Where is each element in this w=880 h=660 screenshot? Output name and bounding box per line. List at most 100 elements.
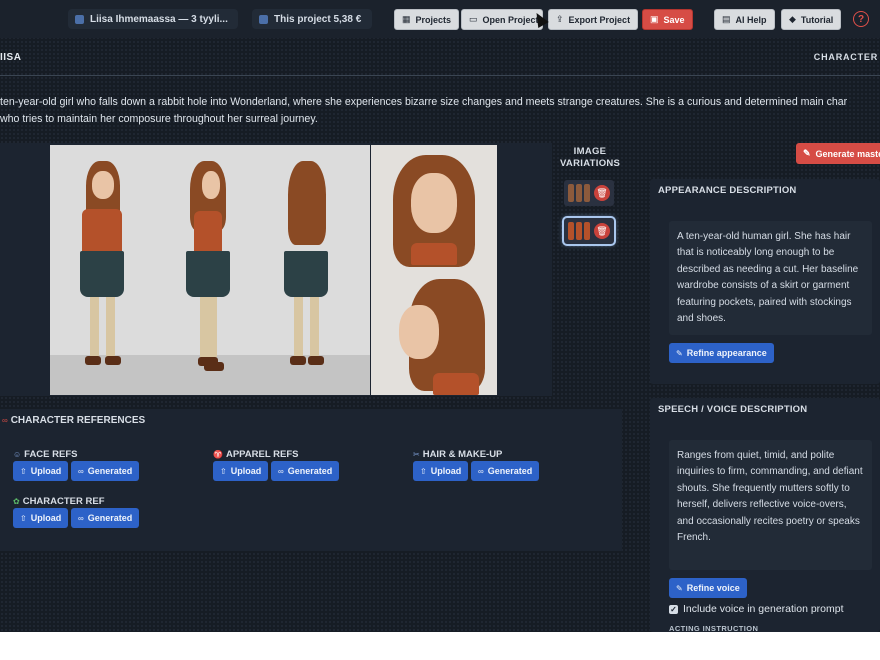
variation-thumbnail[interactable]: 🗑 [564, 180, 614, 206]
export-icon: ⇪ [556, 14, 564, 24]
tutorial-label: Tutorial [800, 14, 834, 25]
hair-upload-button[interactable]: ⇧ Upload [413, 461, 469, 481]
include-voice-label: Include voice in generation prompt [683, 603, 844, 615]
upload-icon: ⇧ [20, 466, 27, 476]
figure-front [72, 159, 132, 389]
variations-title-line-1: IMAGE [573, 146, 607, 157]
project-title-pill[interactable]: Liisa Ihmemaassa — 3 tyyli... [68, 9, 238, 29]
link-icon: ∞ [278, 466, 284, 476]
grid-icon: ▦ [402, 14, 411, 24]
wand-icon: ✎ [676, 348, 683, 358]
character-description: ten-year-old girl who falls down a rabbi… [0, 94, 880, 128]
include-voice-checkbox[interactable]: ✓ [669, 604, 678, 614]
generated-label: Generated [287, 466, 333, 476]
ai-help-label: AI Help [735, 14, 767, 25]
apparel-refs-label: ♈ APPAREL REFS [213, 449, 298, 460]
project-icon [75, 14, 84, 24]
upload-label: Upload [430, 466, 462, 476]
speech-card: SPEECH / VOICE DESCRIPTION Ranges from q… [650, 398, 880, 632]
refine-appearance-label: Refine appearance [686, 348, 767, 358]
folder-icon: ▭ [469, 14, 478, 24]
save-label: Save [663, 14, 685, 25]
cost-icon [259, 14, 268, 24]
projects-button[interactable]: ▦ Projects [394, 9, 460, 30]
references-title-row: ∞ CHARACTER REFERENCES [2, 415, 145, 426]
speech-title: SPEECH / VOICE DESCRIPTION [658, 404, 808, 415]
description-line-2: who tries to maintain her composure thro… [0, 113, 318, 125]
refine-appearance-button[interactable]: ✎ Refine appearance [669, 343, 774, 363]
hair-generated-button[interactable]: ∞ Generated [471, 461, 540, 481]
character-generated-button[interactable]: ∞ Generated [71, 508, 140, 528]
open-project-button[interactable]: ▭ Open Project [461, 9, 543, 30]
link-icon: ∞ [78, 513, 84, 523]
link-icon: ∞ [2, 416, 8, 425]
figure-back [276, 159, 336, 389]
face-refs-text: FACE REFS [24, 449, 78, 460]
link-icon: ∞ [78, 466, 84, 476]
appearance-card: APPEARANCE DESCRIPTION A ten-year-old hu… [650, 179, 880, 384]
project-title: Liisa Ihmemaassa — 3 tyyli... [90, 13, 228, 25]
upload-icon: ⇧ [220, 466, 227, 476]
upload-label: Upload [30, 466, 62, 476]
figure-side [178, 159, 238, 389]
ai-help-button[interactable]: ▤ AI Help [714, 9, 775, 30]
face-upload-button[interactable]: ⇧ Upload [13, 461, 69, 481]
image-variations-title: IMAGE VARIATIONS [560, 146, 620, 170]
save-icon: ▣ [650, 14, 659, 24]
generated-label: Generated [87, 513, 133, 523]
portrait-profile [389, 275, 489, 395]
face-refs-label: ☺ FACE REFS [13, 449, 77, 460]
upload-label: Upload [230, 466, 262, 476]
project-cost-pill: This project 5,38 € [252, 9, 372, 29]
hair-makeup-label: ✂ HAIR & MAKE-UP [413, 449, 502, 460]
open-project-label: Open Project [482, 14, 539, 25]
include-voice-row[interactable]: ✓ Include voice in generation prompt [669, 603, 844, 615]
variations-title-line-2: VARIATIONS [560, 158, 621, 169]
upload-label: Upload [30, 513, 62, 523]
export-project-button[interactable]: ⇪ Export Project [548, 9, 639, 30]
export-project-label: Export Project [568, 14, 631, 25]
project-cost: This project 5,38 € [274, 13, 362, 25]
turnaround-sheet-image[interactable] [50, 145, 370, 395]
refine-voice-button[interactable]: ✎ Refine voice [669, 578, 747, 598]
refine-voice-label: Refine voice [686, 583, 740, 593]
character-header: IISA CHARACTER [0, 38, 880, 76]
appearance-title: APPEARANCE DESCRIPTION [658, 185, 797, 196]
save-button[interactable]: ▣ Save [642, 9, 693, 30]
section-label: CHARACTER [813, 52, 878, 62]
apparel-generated-button[interactable]: ∞ Generated [271, 461, 340, 481]
speech-textarea[interactable]: Ranges from quiet, timid, and polite inq… [669, 440, 872, 570]
portrait-image[interactable] [371, 145, 497, 395]
upload-icon: ⇧ [20, 513, 27, 523]
description-line-1: ten-year-old girl who falls down a rabbi… [0, 96, 848, 108]
generated-label: Generated [87, 466, 133, 476]
top-toolbar: Liisa Ihmemaassa — 3 tyyli... This proje… [0, 0, 880, 38]
variation-thumbnail-selected[interactable]: 🗑 [562, 216, 616, 246]
projects-label: Projects [415, 14, 452, 25]
shirt-icon: ♈ [213, 450, 223, 459]
apparel-refs-text: APPAREL REFS [225, 449, 299, 460]
character-ref-text: CHARACTER REF [22, 496, 105, 507]
bottom-blank-area [0, 632, 880, 660]
chat-icon: ▤ [722, 14, 731, 24]
character-ref-label: ✿ CHARACTER REF [13, 496, 105, 507]
character-references-panel: ∞ CHARACTER REFERENCES ☺ FACE REFS ⇧ Uplo… [0, 409, 622, 551]
trash-icon[interactable]: 🗑 [594, 185, 610, 201]
hat-icon: ◆ [789, 14, 796, 24]
generate-master-label: Generate maste [815, 148, 880, 159]
face-generated-button[interactable]: ∞ Generated [71, 461, 140, 481]
portrait-front [389, 151, 479, 271]
person-icon: ✿ [13, 497, 20, 506]
character-upload-button[interactable]: ⇧ Upload [13, 508, 69, 528]
generate-master-button[interactable]: ✎ Generate maste [796, 143, 880, 164]
link-icon: ∞ [478, 466, 484, 476]
apparel-upload-button[interactable]: ⇧ Upload [213, 461, 269, 481]
references-title: CHARACTER REFERENCES [10, 415, 146, 426]
help-icon[interactable]: ? [853, 11, 869, 27]
character-name: IISA [0, 52, 22, 63]
wand-icon: ✎ [676, 583, 683, 593]
tutorial-button[interactable]: ◆ Tutorial [781, 9, 842, 30]
appearance-textarea[interactable]: A ten-year-old human girl. She has hair … [669, 221, 872, 335]
trash-icon[interactable]: 🗑 [594, 223, 610, 239]
wand-icon: ✎ [803, 148, 811, 158]
